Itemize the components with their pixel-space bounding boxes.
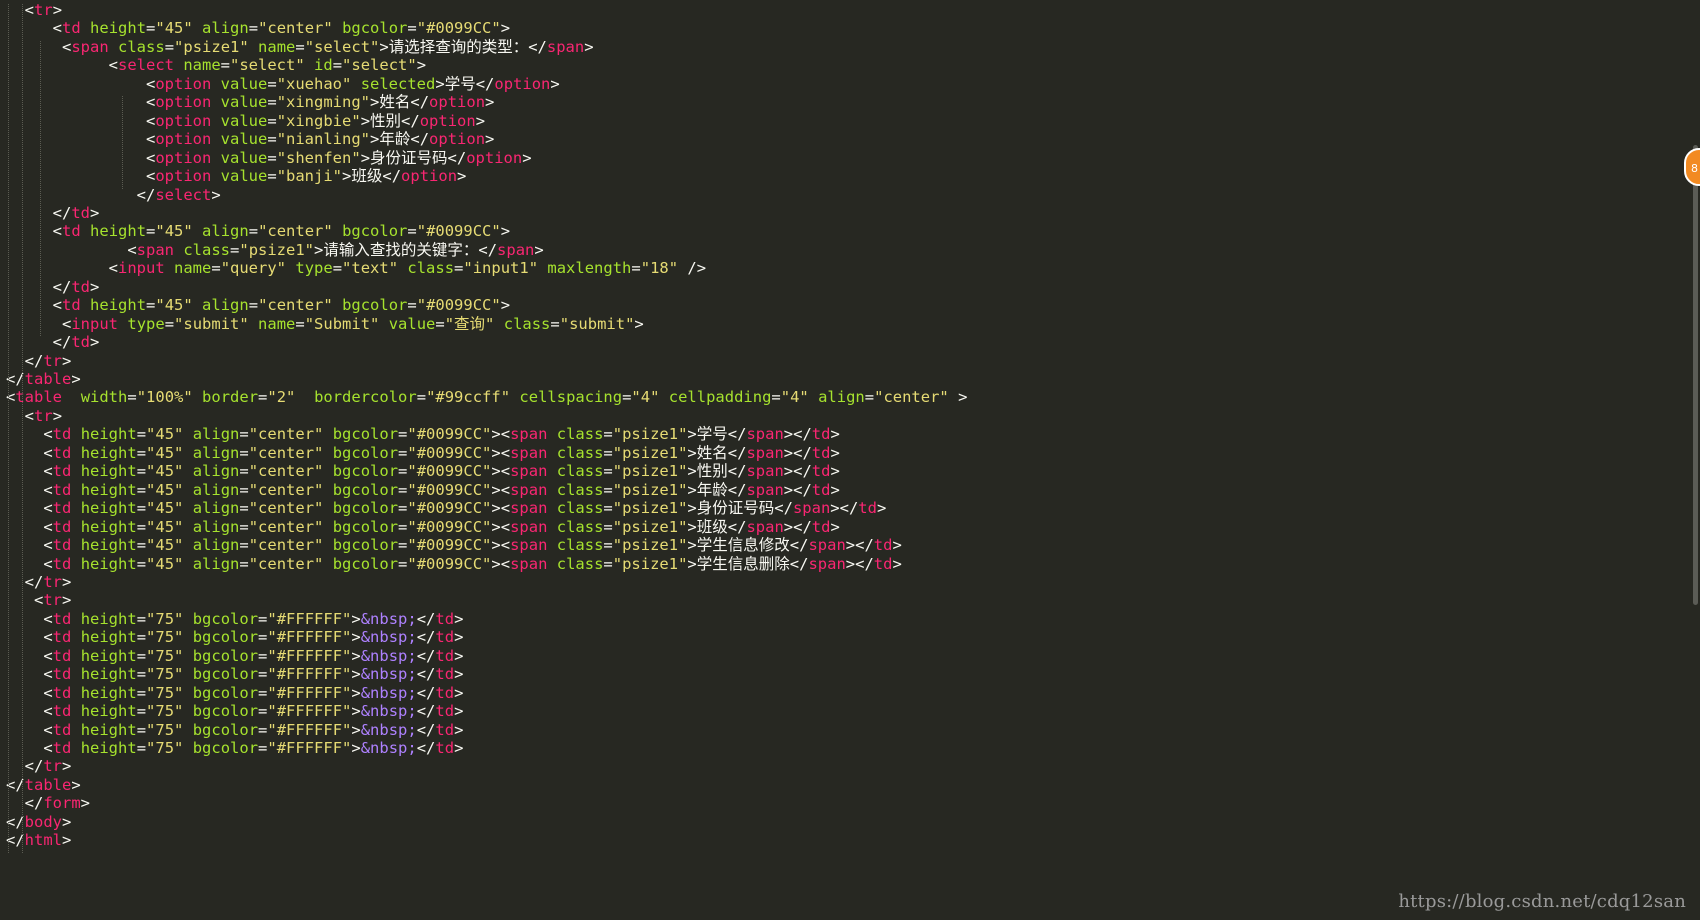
code-line: <td height="75" bgcolor="#FFFFFF">&nbsp;… <box>43 702 464 721</box>
code-line: </td> <box>52 203 100 222</box>
code-line: </html> <box>6 831 72 850</box>
code-line: <td height="75" bgcolor="#FFFFFF">&nbsp;… <box>43 683 464 702</box>
code-line: </tr> <box>24 351 72 370</box>
code-line: <input type="submit" name="Submit" value… <box>62 314 644 333</box>
code-line: <option value="xuehao" selected>学号</opti… <box>145 74 560 93</box>
code-line: <td height="75" bgcolor="#FFFFFF">&nbsp;… <box>43 646 464 665</box>
code-line: <tr> <box>24 1 63 19</box>
code-line: <select name="select" id="select"> <box>108 56 427 75</box>
code-line: </tr> <box>24 757 72 776</box>
code-line: <td height="75" bgcolor="#FFFFFF">&nbsp;… <box>43 665 464 684</box>
code-line: <td height="45" align="center" bgcolor="… <box>43 536 902 555</box>
code-line: <td height="75" bgcolor="#FFFFFF">&nbsp;… <box>43 720 464 739</box>
code-line: <option value="xingbie">性别</option> <box>145 111 486 130</box>
code-line: <td height="75" bgcolor="#FFFFFF">&nbsp;… <box>43 609 464 628</box>
code-line: <td height="45" align="center" bgcolor="… <box>52 222 511 241</box>
code-line: <td height="45" align="center" bgcolor="… <box>43 425 840 444</box>
code-line: <tr> <box>34 591 72 610</box>
code-line: </form> <box>24 794 91 813</box>
code-line: <td height="45" align="center" bgcolor="… <box>43 499 887 518</box>
code-line: <table width="100%" border="2" bordercol… <box>6 388 968 407</box>
code-line: <span class="psize1">请输入查找的关键字：</span> <box>127 240 544 259</box>
code-line: <td height="45" align="center" bgcolor="… <box>43 517 840 536</box>
code-line: </tr> <box>24 572 72 591</box>
code-line: <option value="nianling">年龄</option> <box>145 130 495 149</box>
code-line: <td height="45" align="center" bgcolor="… <box>43 443 840 462</box>
code-line: </body> <box>6 812 72 831</box>
code-line: <td height="45" align="center" bgcolor="… <box>43 554 902 573</box>
code-line: <td height="75" bgcolor="#FFFFFF">&nbsp;… <box>43 628 464 647</box>
indent-guide <box>22 4 23 853</box>
watermark: https://blog.csdn.net/cdq12san <box>1398 891 1686 912</box>
notification-badge[interactable]: 8 <box>1684 148 1700 186</box>
code-line: </td> <box>52 333 100 352</box>
code-line: <td height="45" align="center" bgcolor="… <box>52 19 511 38</box>
code-line: <td height="75" bgcolor="#FFFFFF">&nbsp;… <box>43 739 464 757</box>
scrollbar-thumb[interactable] <box>1693 145 1698 605</box>
code-line: <option value="shenfen">身份证号码</option> <box>145 148 532 167</box>
code-line: <option value="xingming">姓名</option> <box>145 93 495 112</box>
code-line: <td height="45" align="center" bgcolor="… <box>52 296 511 315</box>
code-line: </table> <box>6 370 81 388</box>
code-line: <input name="query" type="text" class="i… <box>108 259 707 278</box>
code-line: </select> <box>136 185 221 204</box>
code-line: <option value="banji">班级</option> <box>145 167 467 186</box>
indent-guide <box>122 96 123 189</box>
code-line: </table> <box>6 775 81 794</box>
code-line: <tr> <box>24 406 63 425</box>
indent-guide <box>40 40 41 337</box>
code-editor[interactable]: <tr> <td height="45" align="center" bgco… <box>0 0 1690 920</box>
code-line: </td> <box>52 277 100 296</box>
code-line: <span class="psize1" name="select">请选择查询… <box>62 37 594 56</box>
code-line: <td height="45" align="center" bgcolor="… <box>43 462 840 481</box>
indent-guide <box>8 4 9 853</box>
code-line: <td height="45" align="center" bgcolor="… <box>43 480 840 499</box>
